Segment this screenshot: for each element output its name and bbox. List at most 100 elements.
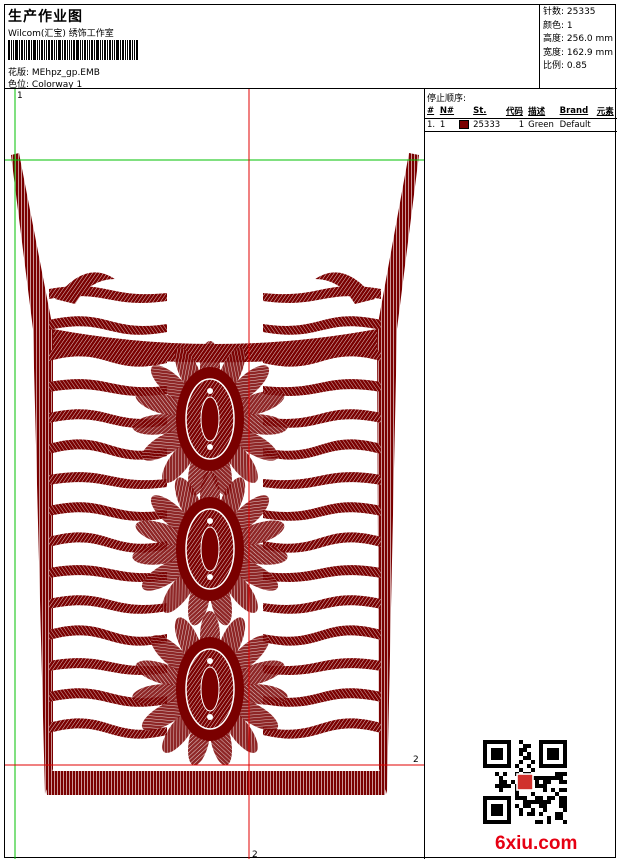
col-number: # — [427, 106, 435, 116]
medallion-dot — [207, 388, 213, 394]
barcode-bar — [89, 40, 90, 60]
barcode-bar — [64, 40, 66, 60]
wave-motif — [263, 718, 381, 739]
barcode-bar — [37, 40, 38, 60]
barcode-bar — [125, 40, 126, 60]
row-swatch — [457, 119, 471, 132]
stop-sequence-panel: 停止顺序: # N# St. 代码 描述 Brand 元素 1. 1 25333… — [425, 89, 617, 859]
row-description: Green — [528, 120, 554, 130]
barcode-bar — [58, 40, 61, 60]
stat-height: 高度: 256.0 mm — [543, 34, 614, 44]
barcode-bar — [21, 40, 23, 60]
col-element: 元素 — [596, 107, 614, 117]
row-brand: Default — [559, 120, 591, 130]
barcode-bar — [28, 40, 30, 60]
barcode-bar — [69, 40, 70, 60]
barcode-bar — [96, 40, 99, 60]
row-element — [595, 119, 617, 132]
barcode-bar — [54, 40, 55, 60]
barcode-bar — [19, 40, 20, 60]
design-stats: 针数: 25335 颜色: 1 高度: 256.0 mm 宽度: 162.9 m… — [539, 5, 617, 89]
table-row: 1. 1 25333 1 Green Default — [425, 119, 617, 132]
production-sheet: 生产作业图 Wilcom(汇宝) 绣饰工作室 花版: MEhpz_gp.EMB … — [4, 4, 617, 859]
barcode-bar — [24, 40, 25, 60]
barcode-bar — [41, 40, 43, 60]
barcode-bar — [44, 40, 45, 60]
embroidery-design — [5, 89, 424, 859]
barcode-bar — [114, 40, 115, 60]
barcode-bar — [8, 40, 10, 60]
bottom-border-band — [45, 771, 387, 795]
row-needle: 1 — [439, 120, 446, 130]
col-code: 代码 — [505, 107, 523, 117]
stop-sequence-table: # N# St. 代码 描述 Brand 元素 1. 1 25333 1 Gre… — [425, 104, 617, 132]
barcode-bar — [127, 40, 128, 60]
barcode-bar — [33, 40, 36, 60]
guide-label-top-left: 1 — [17, 91, 23, 101]
col-description: 描述 — [528, 107, 546, 117]
barcode — [8, 40, 154, 60]
barcode-bar — [62, 40, 63, 60]
barcode-bar — [134, 40, 135, 60]
barcode-bar — [13, 40, 14, 60]
barcode-bar — [80, 40, 81, 60]
medallion-dot — [207, 658, 213, 664]
barcode-bar — [46, 40, 47, 60]
sheet-header: 生产作业图 Wilcom(汇宝) 绣饰工作室 花版: MEhpz_gp.EMB … — [5, 5, 617, 90]
right-border-strip — [377, 153, 419, 794]
medallion-center — [200, 526, 220, 572]
barcode-bar — [82, 40, 83, 60]
barcode-bar — [73, 40, 75, 60]
wave-motif — [263, 439, 381, 460]
barcode-bar — [56, 40, 57, 60]
barcode-bar — [71, 40, 72, 60]
barcode-bar — [84, 40, 86, 60]
wave-motif — [263, 625, 381, 646]
barcode-bar — [87, 40, 88, 60]
barcode-bar — [109, 40, 111, 60]
table-header-row: # N# St. 代码 描述 Brand 元素 — [425, 104, 617, 119]
barcode-bar — [31, 40, 32, 60]
barcode-bar — [51, 40, 53, 60]
stat-colors: 颜色: 1 — [543, 20, 573, 31]
wave-motif — [263, 595, 381, 614]
col-swatch — [457, 104, 471, 119]
medallion-center — [200, 666, 220, 712]
floral-medallions — [132, 341, 288, 766]
barcode-bar — [91, 40, 93, 60]
barcode-bar — [26, 40, 27, 60]
col-needle: N# — [439, 106, 455, 116]
medallion-dot — [207, 714, 213, 720]
page-title: 生产作业图 — [8, 9, 83, 25]
barcode-bar — [122, 40, 124, 60]
stat-stitches: 针数: 25335 — [543, 7, 596, 17]
wave-motif — [49, 595, 167, 614]
col-brand: Brand — [559, 106, 589, 116]
barcode-bar — [11, 40, 12, 60]
barcode-bar — [48, 40, 50, 60]
stat-width: 宽度: 162.9 mm — [543, 47, 614, 58]
row-stitches: 25333 — [473, 120, 501, 130]
thread-color-swatch — [459, 120, 470, 129]
guide-label-bottom: 2 — [252, 850, 258, 859]
watermark-text: 6xiu.com — [495, 833, 578, 854]
barcode-bar — [100, 40, 101, 60]
medallion-dot — [207, 444, 213, 450]
barcode-bar — [15, 40, 18, 60]
barcode-bar — [107, 40, 108, 60]
barcode-bar — [116, 40, 119, 60]
wave-motif — [49, 472, 167, 489]
stat-scale: 比例: 0.85 — [543, 61, 587, 71]
barcode-bar — [129, 40, 131, 60]
barcode-bar — [136, 40, 138, 60]
barcode-bar — [67, 40, 68, 60]
medallion-center — [200, 396, 220, 442]
barcode-bar — [76, 40, 79, 60]
barcode-bar — [94, 40, 95, 60]
wave-motif — [49, 502, 167, 521]
barcode-bar — [132, 40, 133, 60]
stop-sequence-title: 停止顺序: — [427, 94, 467, 104]
barcode-bar — [39, 40, 40, 60]
left-border-strip — [11, 153, 53, 794]
wave-motif — [263, 502, 381, 521]
